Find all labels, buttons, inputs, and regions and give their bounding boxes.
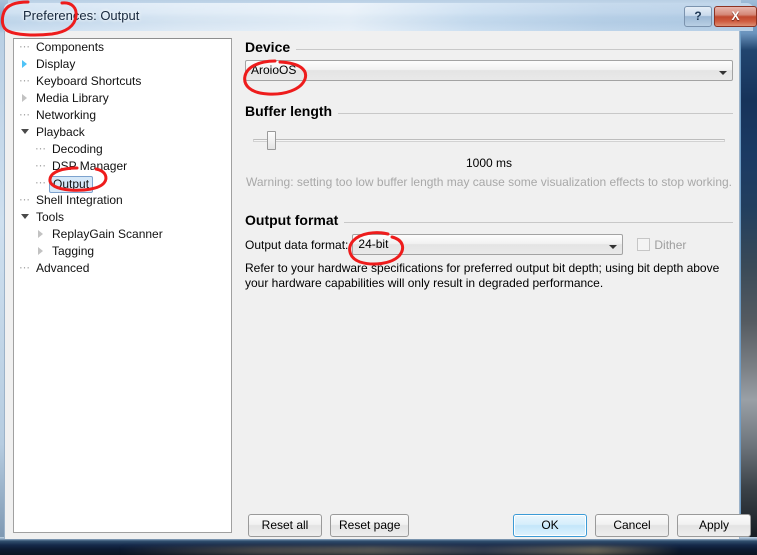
output-settings-pane: Device AroioOS Buffer length 1000 ms War… [245, 38, 733, 533]
sidebar-item-display[interactable]: Display [14, 56, 231, 73]
reset-page-button[interactable]: Reset page [330, 514, 410, 537]
sidebar-item-label: Advanced [36, 261, 90, 275]
sidebar-item-label: Components [36, 40, 105, 54]
chevron-down-icon[interactable] [714, 62, 731, 79]
title-bar[interactable]: Preferences: Output ? X [4, 3, 757, 31]
dither-label: Dither [654, 237, 687, 252]
tree-line-guide: ⋯ [19, 75, 30, 87]
close-button[interactable]: X [714, 6, 757, 27]
output-format-group-title: Output format [245, 211, 345, 229]
sidebar-item-playback[interactable]: Playback [14, 124, 231, 141]
sidebar-item-label: Output [49, 176, 94, 193]
device-group-header: Device [245, 38, 733, 56]
output-format-group-header: Output format [245, 211, 733, 229]
output-format-hint: Refer to your hardware specifications fo… [245, 261, 720, 290]
dialog-button-group: OK Cancel Apply [513, 514, 751, 537]
buffer-group-header: Buffer length [245, 102, 733, 120]
output-data-format-label: Output data format: [245, 237, 349, 252]
ok-button[interactable]: OK [513, 514, 587, 537]
device-dropdown-value: AroioOS [251, 63, 297, 77]
sidebar-item-label: Display [36, 57, 76, 71]
sidebar-item-tools[interactable]: Tools [14, 209, 231, 226]
chevron-down-icon[interactable] [16, 209, 33, 226]
tree-line-guide: ⋯ [35, 160, 46, 172]
sidebar-item-label: Tagging [52, 244, 95, 258]
buffer-length-slider[interactable] [245, 128, 733, 154]
device-dropdown[interactable]: AroioOS [245, 60, 733, 81]
chevron-down-icon[interactable] [604, 236, 621, 253]
buffer-group-title: Buffer length [245, 102, 339, 120]
window-frame-right-edge [741, 0, 757, 555]
dialog-client-area: ⋯ Components Display ⋯ Keyboard Shortcuts Med… [4, 31, 740, 539]
sidebar-item-label: Networking [36, 108, 97, 122]
output-format-row: Output data format: 24-bit Dither [245, 234, 733, 255]
apply-button[interactable]: Apply [677, 514, 751, 537]
tree-line-guide: ⋯ [19, 262, 30, 274]
sidebar-item-replaygain-scanner[interactable]: ReplayGain Scanner [14, 226, 231, 243]
chevron-right-icon[interactable] [32, 226, 49, 243]
chevron-down-icon[interactable] [16, 124, 33, 141]
sidebar-item-output[interactable]: ⋯ Output [14, 175, 231, 193]
chevron-right-icon[interactable] [16, 90, 33, 107]
sidebar-item-dsp-manager[interactable]: ⋯ DSP Manager [14, 158, 231, 175]
preferences-window: Preferences: Output ? X ⋯ Components Displ… [0, 0, 757, 555]
buffer-warning-text: Warning: setting too low buffer length m… [245, 175, 733, 189]
sidebar-item-advanced[interactable]: ⋯ Advanced [14, 260, 231, 277]
sidebar-item-label: Keyboard Shortcuts [36, 74, 142, 88]
device-group-rule [245, 49, 733, 50]
sidebar-item-label: ReplayGain Scanner [52, 227, 163, 241]
sidebar-item-shell-integration[interactable]: ⋯ Shell Integration [14, 192, 231, 209]
sidebar-item-label: Shell Integration [36, 193, 123, 207]
slider-track[interactable] [253, 139, 725, 142]
window-frame-bottom-edge [0, 537, 757, 555]
slider-thumb[interactable] [266, 131, 276, 150]
chevron-right-icon[interactable] [16, 56, 33, 73]
help-button[interactable]: ? [684, 6, 712, 27]
tree-item-list: ⋯ Components Display ⋯ Keyboard Shortcuts Med… [14, 39, 231, 277]
sidebar-item-tagging[interactable]: Tagging [14, 243, 231, 260]
reset-button-group: Reset all Reset page [248, 514, 410, 537]
window-title: Preferences: Output [23, 8, 140, 23]
cancel-button[interactable]: Cancel [595, 514, 669, 537]
output-data-format-value: 24-bit [358, 237, 389, 251]
tree-line-guide: ⋯ [35, 143, 46, 155]
checkbox-icon [637, 238, 651, 251]
tree-line-guide: ⋯ [19, 41, 30, 53]
tree-line-guide: ⋯ [19, 109, 30, 121]
buffer-length-value: 1000 ms [465, 156, 513, 170]
preferences-tree[interactable]: ⋯ Components Display ⋯ Keyboard Shortcuts Med… [13, 38, 232, 533]
reset-all-button[interactable]: Reset all [248, 514, 322, 537]
sidebar-item-label: Decoding [52, 142, 103, 156]
sidebar-item-networking[interactable]: ⋯ Networking [14, 107, 231, 124]
output-data-format-dropdown[interactable]: 24-bit [352, 234, 624, 255]
sidebar-item-media-library[interactable]: Media Library [14, 90, 231, 107]
chevron-right-icon[interactable] [32, 243, 49, 260]
dither-checkbox: Dither [637, 238, 686, 252]
sidebar-item-keyboard-shortcuts[interactable]: ⋯ Keyboard Shortcuts [14, 73, 231, 90]
tree-line-guide: ⋯ [35, 177, 46, 189]
sidebar-item-decoding[interactable]: ⋯ Decoding [14, 141, 231, 158]
sidebar-item-label: DSP Manager [52, 159, 128, 173]
tree-line-guide: ⋯ [19, 194, 30, 206]
sidebar-item-label: Media Library [36, 91, 109, 105]
sidebar-item-components[interactable]: ⋯ Components [14, 39, 231, 56]
device-group-title: Device [245, 38, 297, 56]
sidebar-item-label: Playback [36, 125, 85, 139]
sidebar-item-label: Tools [36, 210, 65, 224]
